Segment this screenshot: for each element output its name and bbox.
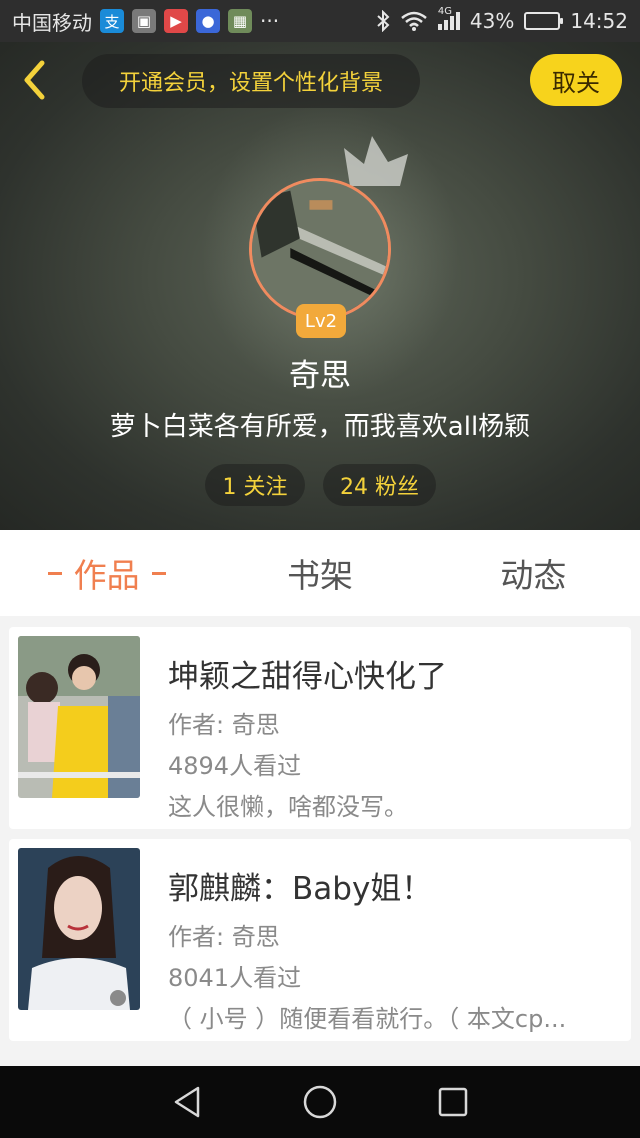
book-cover-image (18, 848, 140, 1010)
work-title[interactable]: 郭麒麟：Baby姐！ (168, 863, 432, 908)
tab-works[interactable]: 作品 (0, 530, 213, 616)
work-description: 这人很懒，啥都没写。 (168, 793, 408, 821)
network-type: 4G (437, 6, 453, 17)
tab-activity[interactable]: 动态 (427, 530, 640, 616)
works-list: 坤颖之甜得心快化了 作者: 奇思 4894人看过 这人很懒，啥都没写。 郭麒麟：… (0, 616, 640, 1046)
battery-percent: 43% (469, 9, 515, 33)
nav-home-button[interactable] (300, 1082, 340, 1122)
username: 奇思 (289, 358, 351, 394)
alipay-icon: 支 (100, 9, 124, 33)
status-bar: 中国移动 支 ▣ ▶ ● ▦ ··· 4G 43% 14:52 (0, 0, 640, 42)
list-item[interactable]: 郭麒麟：Baby姐！ 作者: 奇思 8041人看过 （ 小号 ）随便看看就行。（… (9, 839, 631, 1041)
nav-back-button[interactable] (167, 1082, 207, 1122)
avatar-image (252, 181, 388, 317)
user-bio: 萝卜白菜各有所爱，而我喜欢all杨颖 (109, 412, 531, 442)
avatar[interactable] (249, 178, 391, 320)
list-item[interactable]: 坤颖之甜得心快化了 作者: 奇思 4894人看过 这人很懒，啥都没写。 (9, 627, 631, 829)
following-count-button[interactable]: 1 关注 (205, 464, 305, 506)
tab-bookshelf[interactable]: 书架 (213, 530, 426, 616)
work-description: （ 小号 ）随便看看就行。（ 本文cp... (168, 1005, 567, 1033)
book-cover-image (18, 636, 140, 798)
circle-home-icon (303, 1085, 337, 1119)
map-app-icon: ▦ (228, 9, 252, 33)
clock: 14:52 (570, 9, 628, 33)
carrier-label: 中国移动 (12, 10, 92, 35)
level-badge: Lv2 (296, 304, 346, 338)
bluetooth-icon (377, 10, 390, 32)
work-views: 4894人看过 (168, 752, 302, 780)
work-title[interactable]: 坤颖之甜得心快化了 (168, 651, 447, 696)
gallery-icon: ▣ (132, 9, 156, 33)
tab-active-indicator-left (47, 571, 62, 575)
vip-background-banner[interactable]: 开通会员，设置个性化背景 (82, 54, 420, 108)
triangle-back-icon (174, 1086, 199, 1118)
work-views: 8041人看过 (168, 964, 302, 992)
chevron-left-icon (24, 60, 45, 100)
status-right: 4G 43% 14:52 (376, 6, 628, 33)
tab-active-indicator-right (151, 571, 166, 575)
system-navigation-bar (0, 1066, 640, 1138)
video-app-icon: ▶ (164, 9, 188, 33)
profile-tabs: 作品 书架 动态 (0, 530, 640, 616)
more-notifications-icon: ··· (260, 9, 280, 33)
unfollow-button[interactable]: 取关 (530, 54, 622, 106)
back-button[interactable] (14, 56, 54, 104)
baidu-icon: ● (196, 9, 220, 33)
signal-icon: 4G (437, 6, 460, 30)
square-recents-icon (439, 1087, 468, 1117)
battery-icon (524, 12, 564, 30)
tab-bookshelf-label: 书架 (286, 556, 353, 595)
followers-count-button[interactable]: 24 粉丝 (323, 464, 436, 506)
nav-recents-button[interactable] (433, 1082, 473, 1122)
work-author: 作者: 奇思 (168, 711, 280, 739)
work-author: 作者: 奇思 (168, 923, 280, 951)
tab-works-label: 作品 (73, 556, 140, 595)
wifi-icon (401, 11, 427, 31)
tab-activity-label: 动态 (500, 556, 567, 595)
profile-header: 开通会员，设置个性化背景 取关 Lv2 奇思 萝卜白菜各有所爱，而我喜欢all杨… (0, 42, 640, 530)
status-left: 中国移动 支 ▣ ▶ ● ▦ ··· (12, 7, 279, 36)
